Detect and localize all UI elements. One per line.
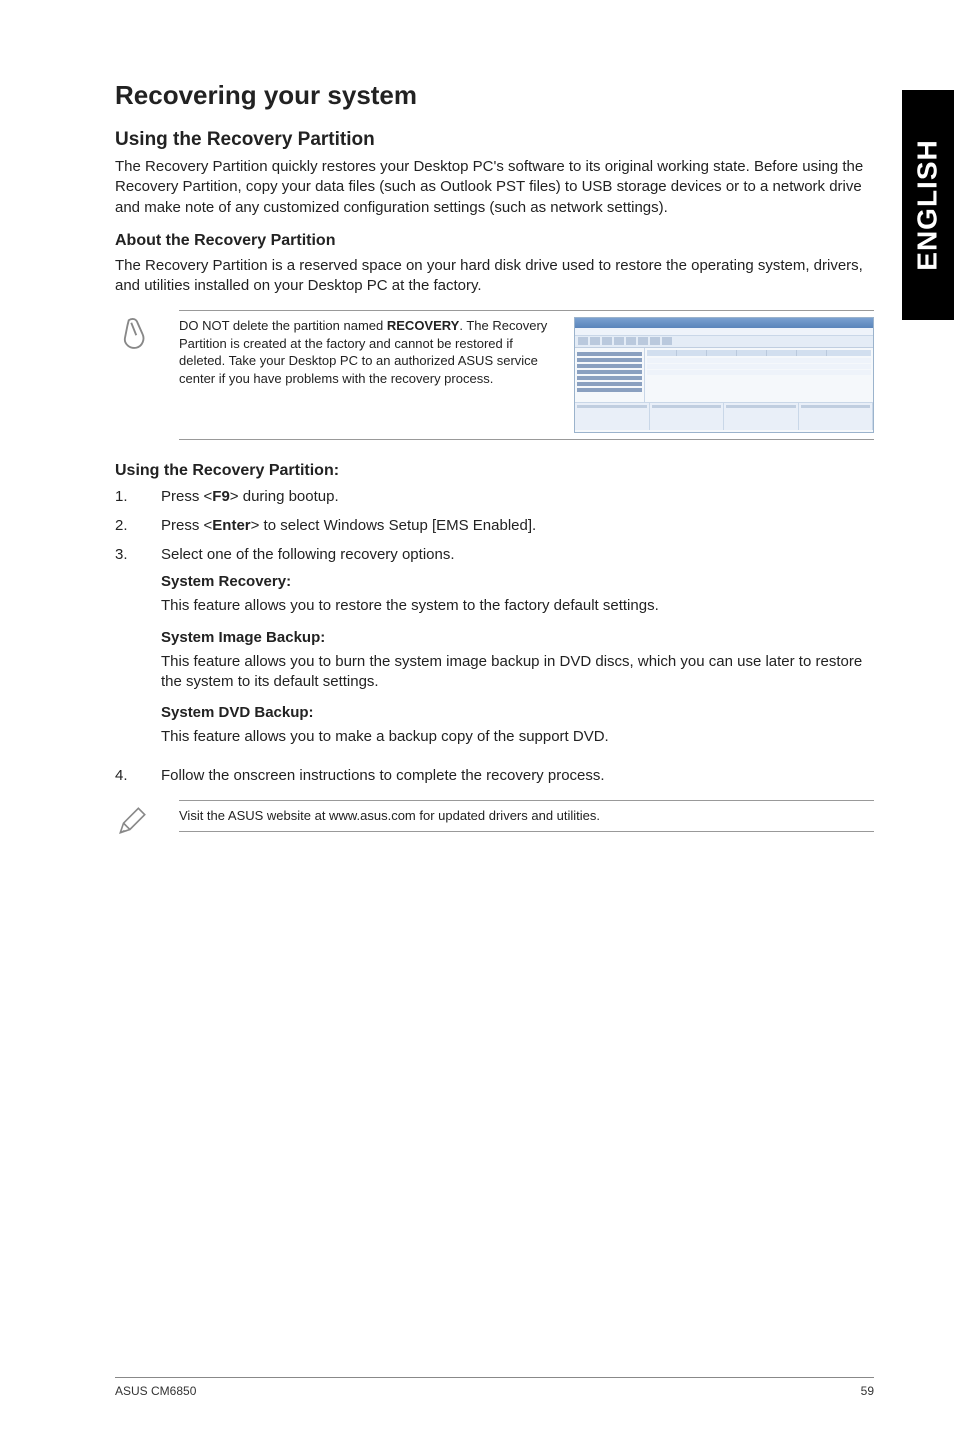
caution-hand-icon <box>115 310 161 363</box>
step-body: Select one of the following recovery opt… <box>161 544 874 757</box>
pencil-icon <box>115 800 161 846</box>
caution-text-bold: RECOVERY <box>387 318 459 333</box>
step-2: 2. Press <Enter> to select Windows Setup… <box>115 515 874 536</box>
subheading-about: About the Recovery Partition <box>115 232 874 250</box>
option-system-recovery: System Recovery: This feature allows you… <box>161 571 874 616</box>
step-number: 2. <box>115 515 161 536</box>
option-heading: System Recovery: <box>161 571 874 592</box>
subheading-using: Using the Recovery Partition: <box>115 462 874 480</box>
option-text: This feature allows you to restore the s… <box>161 596 874 616</box>
page-body: Recovering your system Using the Recover… <box>0 0 954 908</box>
page-title: Recovering your system <box>115 80 874 111</box>
step-body: Press <Enter> to select Windows Setup [E… <box>161 515 874 536</box>
option-system-dvd-backup: System DVD Backup: This feature allows y… <box>161 702 874 747</box>
footer-page-number: 59 <box>861 1384 874 1398</box>
info-text: Visit the ASUS website at www.asus.com f… <box>179 807 874 825</box>
info-note: Visit the ASUS website at www.asus.com f… <box>115 800 874 846</box>
option-system-image-backup: System Image Backup: This feature allows… <box>161 627 874 693</box>
caution-text: DO NOT delete the partition named RECOVE… <box>179 317 562 387</box>
paragraph-about: The Recovery Partition is a reserved spa… <box>115 256 874 297</box>
disk-management-screenshot <box>574 317 874 433</box>
step-4: 4. Follow the onscreen instructions to c… <box>115 765 874 786</box>
footer-model: ASUS CM6850 <box>115 1384 196 1398</box>
step-number: 3. <box>115 544 161 757</box>
step-3: 3. Select one of the following recovery … <box>115 544 874 757</box>
section-heading-recovery-partition: Using the Recovery Partition <box>115 129 874 151</box>
steps-list: 1. Press <F9> during bootup. 2. Press <E… <box>115 486 874 786</box>
step-body: Follow the onscreen instructions to comp… <box>161 765 874 786</box>
step-body: Press <F9> during bootup. <box>161 486 874 507</box>
page-footer: ASUS CM6850 59 <box>115 1377 874 1398</box>
option-heading: System DVD Backup: <box>161 702 874 723</box>
step-number: 4. <box>115 765 161 786</box>
caution-text-pre: DO NOT delete the partition named <box>179 318 387 333</box>
step-1: 1. Press <F9> during bootup. <box>115 486 874 507</box>
caution-note: DO NOT delete the partition named RECOVE… <box>115 310 874 440</box>
option-heading: System Image Backup: <box>161 627 874 648</box>
option-text: This feature allows you to make a backup… <box>161 727 874 747</box>
step-number: 1. <box>115 486 161 507</box>
option-text: This feature allows you to burn the syst… <box>161 652 874 693</box>
paragraph-intro: The Recovery Partition quickly restores … <box>115 157 874 218</box>
